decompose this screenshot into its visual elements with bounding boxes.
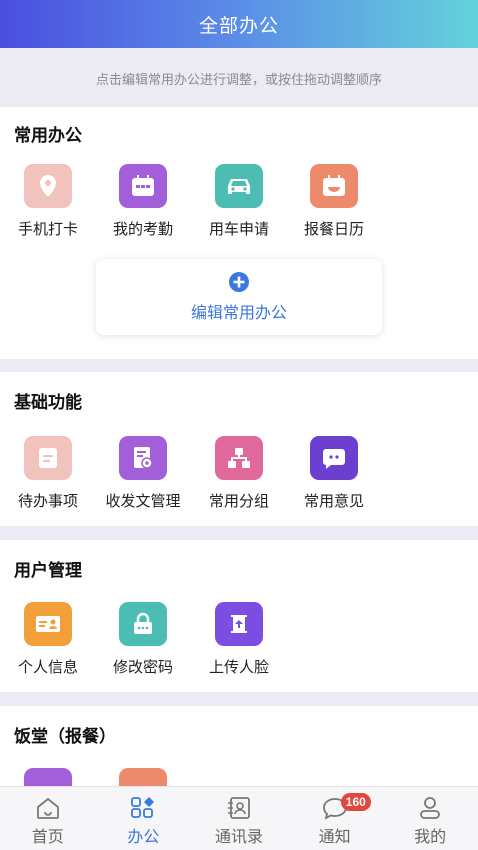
- add-circle-icon: [229, 272, 249, 292]
- todo-icon: [24, 436, 72, 480]
- app-label: 修改密码: [112, 659, 173, 676]
- section-title-basic: 基础功能: [14, 393, 82, 412]
- app-canteen-1[interactable]: [0, 768, 96, 786]
- chat-bubble-icon: [310, 436, 358, 480]
- app-label: 手机打卡: [17, 221, 78, 238]
- app-common-opinions[interactable]: 常用意见: [286, 436, 382, 511]
- lock-icon: [119, 602, 167, 646]
- basic-functions-section: 基础功能 待办事项 收发文管理 常用分组 常用意见: [0, 372, 478, 526]
- app-my-attendance[interactable]: 我的考勤: [95, 164, 191, 239]
- app-change-password[interactable]: 修改密码: [95, 602, 191, 677]
- tab-office[interactable]: 办公: [96, 787, 192, 850]
- user-management-section: 用户管理 个人信息 修改密码 上传人脸: [0, 540, 478, 692]
- app-label: 常用意见: [303, 493, 364, 510]
- canteen-section: 饭堂（报餐）: [0, 706, 478, 786]
- app-label: 待办事项: [17, 493, 78, 510]
- app-label: 常用分组: [208, 493, 269, 510]
- app-meal-calendar[interactable]: 报餐日历: [286, 164, 382, 239]
- section-title-canteen: 饭堂（报餐）: [14, 727, 116, 746]
- page-title: 全部办公: [198, 15, 279, 37]
- tab-mine[interactable]: 我的: [382, 787, 478, 850]
- edit-hint-text: 点击编辑常用办公进行调整，或按住拖动调整顺序: [95, 71, 382, 87]
- group-tree-icon: [215, 436, 263, 480]
- notice-count-badge: 160: [340, 793, 371, 811]
- app-canteen-2[interactable]: [95, 768, 191, 786]
- common-office-section: 常用办公 手机打卡 我的考勤 用车申请 报餐日历 编辑常用办公: [0, 107, 478, 359]
- edit-common-office-button[interactable]: 编辑常用办公: [96, 259, 382, 335]
- id-card-icon: [24, 602, 72, 646]
- tab-label: 通讯录: [214, 829, 263, 846]
- app-common-groups[interactable]: 常用分组: [191, 436, 287, 511]
- edit-common-office-label: 编辑常用办公: [190, 305, 287, 322]
- upload-face-icon: [215, 602, 263, 646]
- section-title-common: 常用办公: [14, 126, 82, 145]
- app-personal-info[interactable]: 个人信息: [0, 602, 96, 677]
- section-title-user: 用户管理: [14, 561, 82, 580]
- bottom-tab-bar: 首页 办公 通讯录 160 通知 我的: [0, 786, 478, 850]
- app-label: 我的考勤: [112, 221, 173, 238]
- app-todo[interactable]: 待办事项: [0, 436, 96, 511]
- app-clock-in[interactable]: 手机打卡: [0, 164, 96, 239]
- document-icon: [119, 436, 167, 480]
- tab-label: 首页: [31, 829, 64, 846]
- tab-home[interactable]: 首页: [0, 787, 96, 850]
- home-icon: [36, 797, 59, 819]
- canteen-purple-icon: [24, 768, 72, 786]
- tab-label: 通知: [318, 829, 351, 846]
- profile-icon: [420, 797, 441, 819]
- tab-label: 办公: [127, 829, 160, 846]
- app-label: 个人信息: [17, 659, 78, 676]
- app-label: 报餐日历: [303, 221, 364, 238]
- app-label: 上传人脸: [208, 659, 269, 676]
- app-label: 收发文管理: [105, 493, 181, 510]
- canteen-orange-icon: [119, 768, 167, 786]
- top-header: 全部办公: [0, 0, 478, 48]
- tab-contacts[interactable]: 通讯录: [191, 787, 287, 850]
- app-car-request[interactable]: 用车申请: [191, 164, 287, 239]
- contacts-icon: [227, 797, 250, 819]
- office-grid-icon: [131, 797, 155, 818]
- car-icon: [215, 164, 263, 208]
- app-document-management[interactable]: 收发文管理: [95, 436, 191, 511]
- app-upload-face[interactable]: 上传人脸: [191, 602, 287, 677]
- location-pin-icon: [24, 164, 72, 208]
- app-label: 用车申请: [208, 221, 269, 238]
- tab-label: 我的: [414, 829, 447, 846]
- tab-notice[interactable]: 160 通知: [287, 787, 383, 850]
- attendance-calendar-icon: [119, 164, 167, 208]
- meal-calendar-icon: [310, 164, 358, 208]
